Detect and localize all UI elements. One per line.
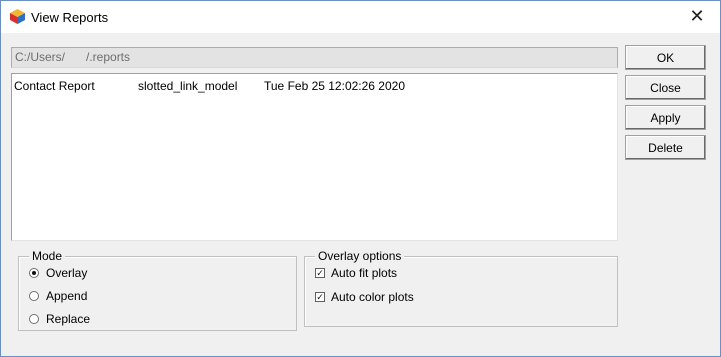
app-cube-icon — [10, 9, 25, 24]
overlay-options-label: Overlay options — [315, 249, 405, 263]
apply-button[interactable]: Apply — [625, 105, 706, 130]
reports-list[interactable]: Contact Report slotted_link_model Tue Fe… — [11, 73, 618, 241]
list-item[interactable]: Contact Report slotted_link_model Tue Fe… — [12, 79, 617, 95]
mode-replace-label: Replace — [46, 312, 91, 326]
overlay-options-group: Overlay options ✓ Auto fit plots ✓ Auto … — [304, 249, 618, 327]
window-title: View Reports — [31, 10, 109, 25]
checkbox-icon: ✓ — [315, 292, 325, 302]
checkbox-icon: ✓ — [315, 268, 325, 278]
mode-group: Mode Overlay Append Replace — [18, 249, 297, 331]
report-model: slotted_link_model — [138, 79, 238, 93]
view-reports-dialog: View Reports ✕ C:/Users/ /.reports Conta… — [0, 0, 721, 357]
title-bar: View Reports ✕ — [1, 1, 720, 33]
report-name: Contact Report — [14, 79, 95, 93]
mode-append-radio[interactable]: Append — [29, 288, 87, 304]
radio-icon — [29, 291, 39, 301]
mode-append-label: Append — [46, 289, 88, 303]
ok-button[interactable]: OK — [625, 45, 706, 70]
auto-color-checkbox[interactable]: ✓ Auto color plots — [315, 289, 414, 305]
report-date: Tue Feb 25 12:02:26 2020 — [264, 79, 405, 93]
auto-color-label: Auto color plots — [331, 290, 414, 304]
close-button[interactable]: Close — [625, 75, 706, 100]
auto-fit-checkbox[interactable]: ✓ Auto fit plots — [315, 265, 397, 281]
delete-button[interactable]: Delete — [625, 135, 706, 160]
auto-fit-label: Auto fit plots — [331, 266, 398, 280]
mode-overlay-label: Overlay — [46, 266, 88, 280]
close-icon[interactable]: ✕ — [674, 1, 720, 32]
radio-icon — [29, 314, 39, 324]
radio-icon — [29, 268, 39, 278]
reports-path-field: C:/Users/ /.reports — [11, 47, 618, 68]
mode-group-label: Mode — [29, 249, 66, 263]
mode-replace-radio[interactable]: Replace — [29, 311, 90, 327]
mode-overlay-radio[interactable]: Overlay — [29, 265, 87, 281]
